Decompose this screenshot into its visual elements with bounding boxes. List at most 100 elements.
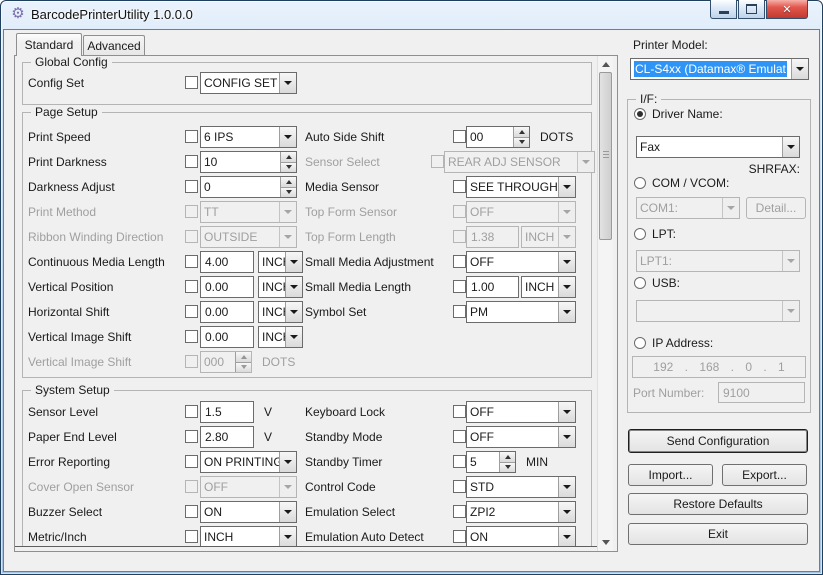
emulation-auto-detect-combo[interactable]: ON xyxy=(466,526,576,547)
top-form-length-unit-combo: INCH xyxy=(521,226,576,248)
spin-down-icon[interactable] xyxy=(514,137,529,148)
scrollbar-down-icon[interactable] xyxy=(598,535,613,550)
scrollbar-up-icon[interactable] xyxy=(598,57,613,72)
control-code-checkbox[interactable] xyxy=(453,480,466,493)
horizontal-shift-unit-combo-value: INCH xyxy=(259,302,285,322)
control-code-combo[interactable]: STD xyxy=(466,476,576,498)
vertical-position-field[interactable]: 0.00 xyxy=(200,276,254,298)
paper-end-level-checkbox[interactable] xyxy=(185,430,198,443)
spin-down-icon[interactable] xyxy=(281,187,296,198)
spin-up-icon[interactable] xyxy=(281,177,296,187)
emulation-select-checkbox[interactable] xyxy=(453,505,466,518)
driver-name-radio[interactable] xyxy=(634,108,646,120)
lpt-radio[interactable] xyxy=(634,228,646,240)
cover-open-sensor-label: Cover Open Sensor xyxy=(28,475,134,499)
darkness-adjust-spinner[interactable]: 0 xyxy=(200,176,297,198)
standby-mode-combo[interactable]: OFF xyxy=(466,426,576,448)
auto-side-shift-spinner-value: 00 xyxy=(467,127,513,147)
usb-radio[interactable] xyxy=(634,277,646,289)
driver-name-combo[interactable]: Fax xyxy=(636,136,800,158)
continuous-media-length-unit-combo[interactable]: INCH xyxy=(258,251,303,273)
small-media-adjustment-combo[interactable]: OFF xyxy=(466,251,576,273)
tab-advanced[interactable]: Advanced xyxy=(83,35,145,55)
error-reporting-combo[interactable]: ON PRINTING xyxy=(200,451,297,473)
top-form-sensor-combo: OFF xyxy=(466,201,576,223)
standby-timer-spinner[interactable]: 5 xyxy=(466,451,516,473)
spin-up-icon[interactable] xyxy=(514,127,529,137)
small-media-length-label: Small Media Length xyxy=(305,275,411,299)
dropdown-arrow-icon xyxy=(279,127,296,147)
auto-side-shift-checkbox[interactable] xyxy=(453,130,466,143)
small-media-length-field[interactable]: 1.00 xyxy=(466,276,519,298)
top-form-length-label: Top Form Length xyxy=(305,225,396,249)
standby-timer-checkbox[interactable] xyxy=(453,455,466,468)
vertical-position-unit-combo[interactable]: INCH xyxy=(258,276,303,298)
small-media-adjustment-checkbox[interactable] xyxy=(453,255,466,268)
close-button[interactable]: ✕ xyxy=(766,0,808,19)
emulation-auto-detect-checkbox[interactable] xyxy=(453,530,466,543)
media-sensor-checkbox[interactable] xyxy=(453,180,466,193)
cover-open-sensor-combo-value: OFF xyxy=(201,477,279,497)
keyboard-lock-checkbox[interactable] xyxy=(453,405,466,418)
com-vcom-radio[interactable] xyxy=(634,177,646,189)
standby-mode-checkbox[interactable] xyxy=(453,430,466,443)
symbol-set-combo[interactable]: PM xyxy=(466,301,576,323)
continuous-media-length-field[interactable]: 4.00 xyxy=(200,251,254,273)
vertical-image-shift-spinner: 000 xyxy=(200,351,252,373)
vertical-position-checkbox[interactable] xyxy=(185,280,198,293)
lpt-port-combo: LPT1: xyxy=(636,250,800,272)
spin-up-icon[interactable] xyxy=(281,152,296,162)
ip-address-radio[interactable] xyxy=(634,337,646,349)
printer-model-combo[interactable]: CL-S4xx (Datamax® Emulat xyxy=(630,58,809,80)
tab-standard[interactable]: Standard xyxy=(16,33,82,56)
horizontal-shift-field[interactable]: 0.00 xyxy=(200,301,254,323)
config-set-combo[interactable]: CONFIG SET 1 xyxy=(200,72,297,94)
symbol-set-checkbox[interactable] xyxy=(453,305,466,318)
exit-button[interactable]: Exit xyxy=(628,523,808,545)
small-media-length-unit-combo[interactable]: INCH xyxy=(521,276,576,298)
spin-down-icon[interactable] xyxy=(281,162,296,173)
media-sensor-combo[interactable]: SEE THROUGH xyxy=(466,176,576,198)
maximize-button[interactable] xyxy=(738,0,765,19)
vertical-image-shift-field[interactable]: 0.00 xyxy=(200,326,254,348)
horizontal-shift-checkbox[interactable] xyxy=(185,305,198,318)
darkness-adjust-checkbox[interactable] xyxy=(185,180,198,193)
keyboard-lock-combo[interactable]: OFF xyxy=(466,401,576,423)
usb-device-value xyxy=(637,301,782,321)
export-button[interactable]: Export... xyxy=(722,464,807,486)
scrollbar-thumb[interactable] xyxy=(599,72,612,240)
sensor-level-field[interactable]: 1.5 xyxy=(200,401,254,423)
metric-inch-checkbox[interactable] xyxy=(185,530,198,543)
send-configuration-button[interactable]: Send Configuration xyxy=(628,429,808,453)
print-darkness-spinner[interactable]: 10 xyxy=(200,151,297,173)
auto-side-shift-spinner[interactable]: 00 xyxy=(466,126,530,148)
print-speed-checkbox[interactable] xyxy=(185,130,198,143)
emulation-select-combo[interactable]: ZPI2 xyxy=(466,501,576,523)
dropdown-arrow-icon xyxy=(791,59,808,79)
print-speed-combo[interactable]: 6 IPS xyxy=(200,126,297,148)
spin-up-icon[interactable] xyxy=(500,452,515,462)
top-form-length-checkbox xyxy=(453,230,466,243)
minimize-button[interactable] xyxy=(710,0,737,19)
horizontal-shift-unit-combo[interactable]: INCH xyxy=(258,301,303,323)
vertical-image-shift-unit-combo[interactable]: INCH xyxy=(258,326,303,348)
buzzer-select-combo[interactable]: ON xyxy=(200,501,297,523)
metric-inch-combo[interactable]: INCH xyxy=(200,526,297,547)
import-button[interactable]: Import... xyxy=(628,464,713,486)
buzzer-select-checkbox[interactable] xyxy=(185,505,198,518)
paper-end-level-field[interactable]: 2.80 xyxy=(200,426,254,448)
config-set-checkbox[interactable] xyxy=(185,76,198,89)
small-media-length-checkbox[interactable] xyxy=(453,280,466,293)
interface-group-title: I/F: xyxy=(636,92,661,106)
restore-defaults-button[interactable]: Restore Defaults xyxy=(628,493,808,515)
vertical-image-shift-checkbox[interactable] xyxy=(185,330,198,343)
error-reporting-checkbox[interactable] xyxy=(185,455,198,468)
continuous-media-length-checkbox[interactable] xyxy=(185,255,198,268)
dropdown-arrow-icon xyxy=(285,277,302,297)
com-port-combo: COM1: xyxy=(636,197,740,219)
vertical-position-label: Vertical Position xyxy=(28,275,113,299)
sensor-level-checkbox[interactable] xyxy=(185,405,198,418)
vertical-scrollbar[interactable] xyxy=(597,56,613,551)
print-darkness-checkbox[interactable] xyxy=(185,155,198,168)
spin-down-icon[interactable] xyxy=(500,462,515,473)
